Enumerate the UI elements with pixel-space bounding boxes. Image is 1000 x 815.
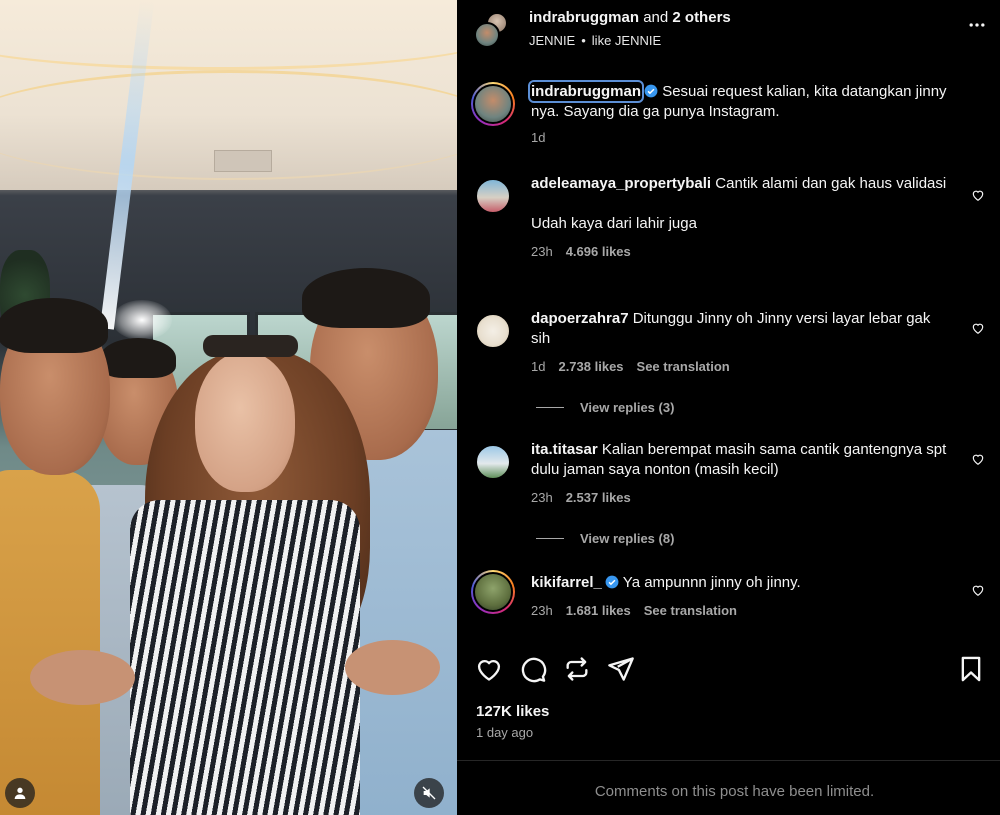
comment-icon[interactable] [519, 655, 547, 683]
muted-speaker-icon [422, 786, 436, 800]
avatar[interactable] [474, 22, 500, 48]
comment-item: dapoerzahra7 Ditunggu Jinny oh Jinny ver… [471, 309, 991, 379]
comment-like-icon[interactable] [971, 452, 985, 466]
comment-likes[interactable]: 4.696 likes [566, 242, 631, 262]
post-sidebar: indrabruggman and 2 others JENNIE • like J… [457, 0, 1000, 815]
comment-time[interactable]: 23h [531, 242, 553, 262]
view-replies-label: View replies (3) [580, 400, 675, 415]
comment-username[interactable]: ita.titasar [531, 441, 598, 458]
comment-username[interactable]: kikifarrel_ [531, 574, 602, 591]
see-translation-link[interactable]: See translation [637, 357, 730, 377]
comment-username[interactable]: dapoerzahra7 [531, 310, 629, 327]
comment-time[interactable]: 23h [531, 488, 553, 508]
comments-limited-notice: Comments on this post have been limited. [594, 783, 875, 800]
view-replies-label: View replies (8) [580, 531, 675, 546]
audio-separator: • [581, 33, 586, 48]
avatar[interactable] [471, 570, 515, 614]
person-face [195, 352, 295, 492]
caption: indrabruggman Sesuai request kalian, kit… [471, 80, 991, 162]
view-replies-button[interactable]: View replies (8) [536, 531, 674, 546]
comment-likes[interactable]: 2.537 likes [566, 488, 631, 508]
and-text: and [643, 9, 669, 26]
comment-like-icon[interactable] [971, 321, 985, 335]
audio-title[interactable]: like JENNIE [592, 33, 661, 48]
divider [457, 760, 1000, 761]
comment-item: adeleamaya_propertybali Cantik alami dan… [471, 174, 991, 284]
comment-likes[interactable]: 1.681 likes [566, 601, 631, 621]
mute-button[interactable] [414, 778, 444, 808]
comment-like-icon[interactable] [971, 583, 985, 597]
person-dress [130, 500, 360, 815]
comment-username[interactable]: adeleamaya_propertybali [531, 175, 711, 192]
send-icon[interactable] [607, 655, 635, 683]
sunglasses [203, 335, 298, 357]
more-options-icon [969, 23, 985, 27]
author-username[interactable]: indrabruggman [529, 9, 639, 26]
comment-time[interactable]: 1d [531, 128, 545, 148]
comment-text: Ya ampunnn jinny oh jinny. [622, 574, 801, 591]
verified-badge-icon [644, 84, 658, 98]
comment-text-line2: Udah kaya dari lahir juga [531, 215, 697, 232]
collab-avatars[interactable] [474, 12, 514, 48]
comment-username[interactable]: indrabruggman [527, 80, 645, 103]
comment-time[interactable]: 23h [531, 601, 553, 621]
comment-item: ita.titasar Kalian berempat masih sama c… [471, 440, 991, 510]
post-timestamp[interactable]: 1 day ago [476, 725, 533, 740]
person-shirt [0, 470, 100, 815]
comment-time[interactable]: 1d [531, 357, 545, 377]
others-link[interactable]: 2 others [672, 9, 730, 26]
comment-like-icon[interactable] [971, 188, 985, 202]
comment-likes[interactable]: 2.738 likes [558, 357, 623, 377]
post-action-bar [475, 655, 987, 685]
heart-icon[interactable] [475, 655, 503, 683]
audio-line[interactable]: JENNIE • like JENNIE [529, 33, 661, 48]
view-replies-button[interactable]: View replies (3) [536, 400, 674, 415]
comment-text: Cantik alami dan gak haus validasi [715, 175, 947, 192]
audio-artist[interactable]: JENNIE [529, 33, 575, 48]
user-tag-icon [14, 787, 26, 799]
comment-item: kikifarrel_ Ya ampunnn jinny oh jinny. 2… [471, 570, 991, 620]
verified-badge-icon [605, 575, 619, 589]
repost-icon[interactable] [563, 655, 591, 683]
avatar[interactable] [471, 309, 515, 353]
bookmark-icon[interactable] [957, 655, 985, 683]
avatar[interactable] [471, 440, 515, 484]
post-header: indrabruggman and 2 others JENNIE • like J… [457, 0, 1000, 62]
post-author-line: indrabruggman and 2 others [529, 9, 731, 26]
avatar[interactable] [471, 174, 515, 218]
post-photo[interactable] [0, 0, 457, 815]
avatar[interactable] [471, 82, 515, 126]
see-translation-link[interactable]: See translation [644, 601, 737, 621]
more-options-button[interactable] [966, 14, 988, 36]
post-likes-count[interactable]: 127K likes [476, 703, 549, 720]
user-tag-button[interactable] [5, 778, 35, 808]
